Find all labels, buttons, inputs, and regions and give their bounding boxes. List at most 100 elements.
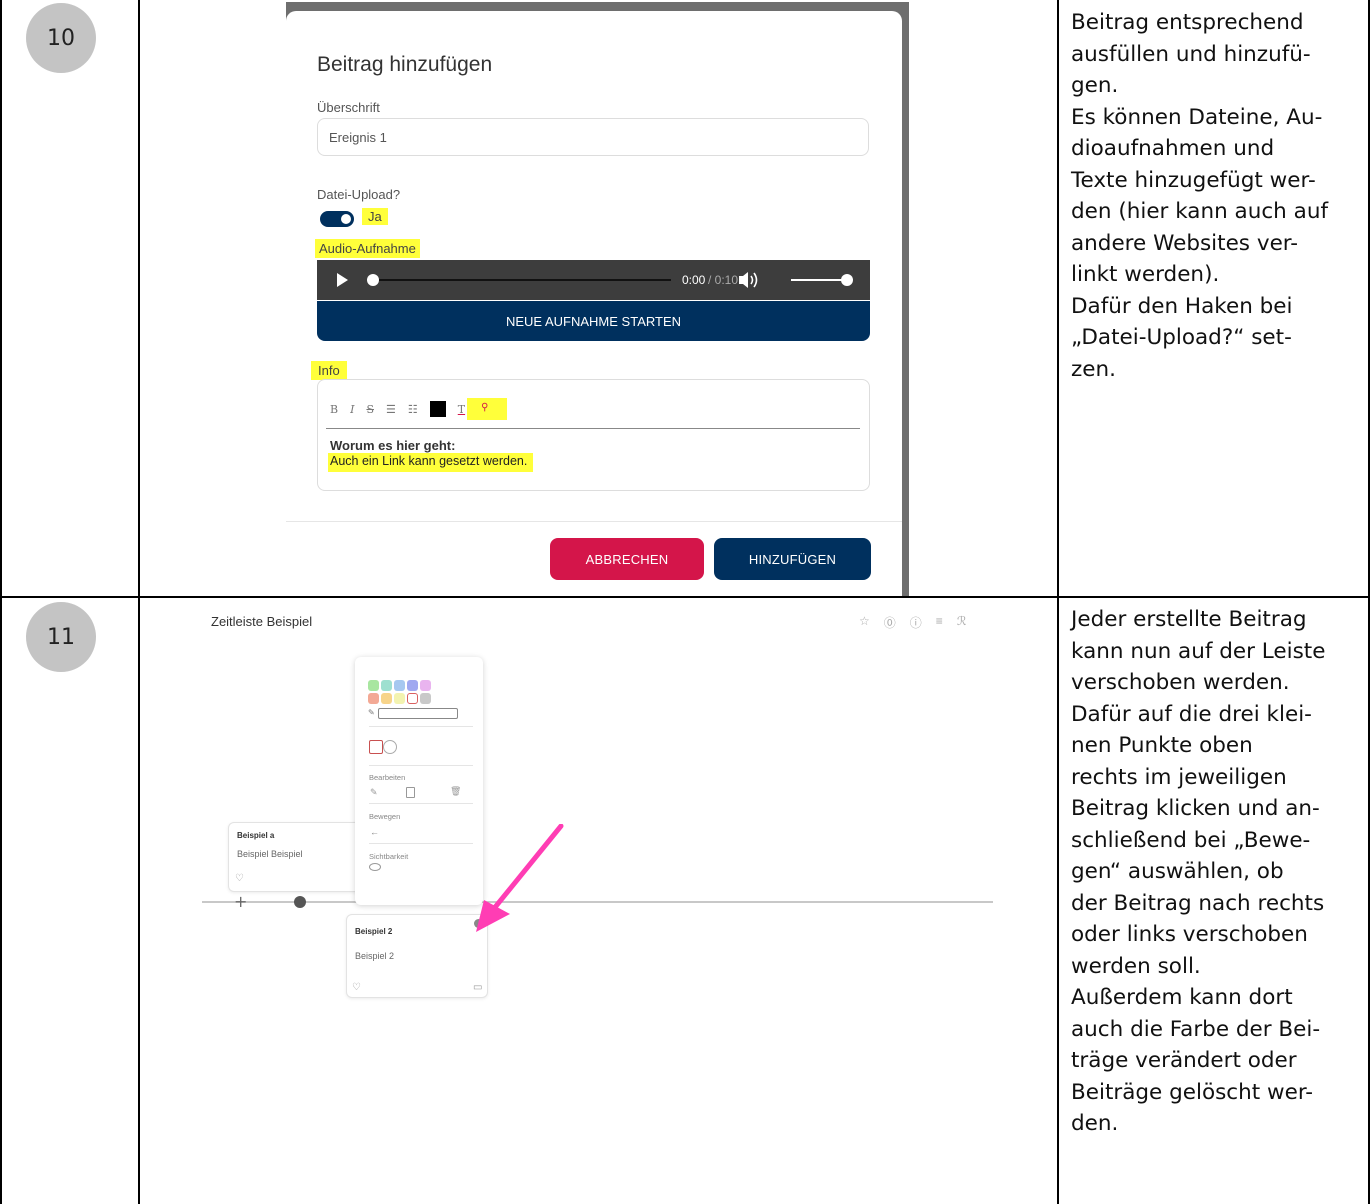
link-icon: ⚲ bbox=[481, 402, 489, 413]
description-line: der Beitrag nach rechts bbox=[1071, 890, 1325, 916]
add-post-screenshot: Beitrag hinzufügen Überschrift Ereignis … bbox=[286, 2, 909, 596]
description-line: träge verändert oder bbox=[1071, 1048, 1297, 1073]
comment-icon[interactable]: ▭ bbox=[473, 982, 482, 993]
description-line: Texte hinzugefügt wer- bbox=[1071, 167, 1316, 193]
color-swatch[interactable] bbox=[407, 693, 418, 704]
toolbar-divider bbox=[326, 428, 860, 429]
description-line: rechts im jeweiligen bbox=[1071, 764, 1287, 790]
heart-icon[interactable]: ♡ bbox=[352, 982, 361, 993]
volume-handle[interactable] bbox=[841, 274, 853, 286]
add-label: HINZUFÜGEN bbox=[748, 551, 837, 567]
audio-current-time: 0:00 bbox=[682, 273, 706, 287]
upload-label: Datei-Upload? bbox=[317, 187, 401, 202]
description-line: gen. bbox=[1071, 73, 1119, 98]
heading-input[interactable]: Ereignis 1 bbox=[317, 118, 869, 156]
description-line: werden soll. bbox=[1071, 953, 1201, 979]
move-section-label: Bewegen bbox=[369, 812, 401, 821]
add-post-dialog: Beitrag hinzufügen Überschrift Ereignis … bbox=[286, 11, 902, 596]
cancel-label: ABBRECHEN bbox=[585, 551, 669, 567]
pencil-icon: ✎ bbox=[368, 708, 375, 717]
shape-square-option[interactable] bbox=[369, 740, 383, 754]
move-left-icon[interactable]: ← bbox=[370, 827, 379, 837]
copy-icon[interactable] bbox=[406, 787, 415, 798]
description-line: auch die Farbe der Bei- bbox=[1071, 1016, 1321, 1042]
eye-icon[interactable] bbox=[369, 863, 381, 871]
card-text: Beispiel Beispiel bbox=[237, 849, 303, 859]
description-line: Dafür den Haken bei bbox=[1071, 293, 1293, 319]
description-line: verschoben werden. bbox=[1071, 670, 1290, 695]
color-swatch[interactable] bbox=[394, 693, 405, 704]
delete-icon[interactable]: 🗑 bbox=[450, 786, 461, 797]
strike-button[interactable]: S bbox=[366, 403, 374, 416]
audio-player: 0:00 / 0:10 bbox=[317, 260, 870, 300]
menu-divider bbox=[369, 726, 473, 727]
menu-divider bbox=[369, 765, 473, 766]
table-border-col2 bbox=[1057, 0, 1059, 1204]
rich-text-editor[interactable]: B I S ☰ ☷ T ⚲ Worum es hier geht: Auch e… bbox=[317, 379, 870, 491]
description-line: oder links verschoben bbox=[1071, 922, 1308, 947]
editor-text: Auch ein Link kann gesetzt werden. bbox=[328, 453, 534, 472]
audio-seek-bar[interactable] bbox=[379, 279, 671, 281]
menu-divider bbox=[369, 843, 473, 844]
description-line: den. bbox=[1071, 1111, 1119, 1136]
card-title: Beispiel a bbox=[237, 831, 275, 840]
description-line: andere Websites ver- bbox=[1071, 230, 1299, 256]
table-border-row-divider bbox=[0, 596, 1370, 598]
heading-input-value: Ereignis 1 bbox=[329, 129, 387, 145]
post-context-menu: ✎ Bearbeiten ✎ 🗑 Bewegen ← Sichtbarkeit bbox=[355, 657, 483, 905]
speaker-icon[interactable] bbox=[739, 272, 748, 288]
edit-icon[interactable]: ✎ bbox=[370, 787, 378, 798]
editor-toolbar: B I S ☰ ☷ T ⚲ bbox=[330, 398, 517, 420]
color-swatch-button[interactable] bbox=[429, 401, 446, 417]
edit-section-label: Bearbeiten bbox=[369, 773, 406, 782]
bullet-list-button[interactable]: ☰ bbox=[386, 403, 396, 416]
add-button[interactable]: HINZUFÜGEN bbox=[714, 538, 871, 580]
numbered-list-button[interactable]: ☷ bbox=[408, 403, 418, 416]
color-swatch[interactable] bbox=[407, 680, 418, 691]
color-hex-input[interactable] bbox=[378, 708, 458, 719]
description-line: Es können Dateine, Au- bbox=[1071, 104, 1323, 130]
description-line: Beiträge gelöscht wer- bbox=[1071, 1079, 1314, 1105]
color-swatch[interactable] bbox=[368, 693, 379, 704]
description-line: schließend bei „Bewe- bbox=[1071, 827, 1311, 853]
post-card-beispiel-a[interactable]: Beispiel a Beispiel Beispiel ♡ bbox=[228, 822, 362, 892]
description-line: ausfüllen und hinzufü- bbox=[1071, 41, 1311, 67]
description-line: Jeder erstellte Beitrag bbox=[1071, 607, 1307, 632]
description-line: gen“ auswählen, ob bbox=[1071, 859, 1284, 884]
color-swatch[interactable] bbox=[381, 693, 392, 704]
dialog-footer-divider bbox=[286, 521, 902, 522]
audio-seek-handle[interactable] bbox=[367, 274, 379, 286]
upload-toggle[interactable] bbox=[320, 211, 354, 227]
upload-toggle-label: Ja bbox=[362, 208, 388, 225]
description-line: Außerdem kann dort bbox=[1071, 985, 1293, 1010]
table-border-col1 bbox=[138, 0, 140, 1204]
description-line: Beitrag entsprechend bbox=[1071, 10, 1304, 35]
description-line: nen Punkte oben bbox=[1071, 733, 1253, 758]
heart-icon[interactable]: ♡ bbox=[235, 873, 244, 884]
italic-button[interactable]: I bbox=[350, 403, 354, 416]
table-border-right bbox=[1368, 0, 1370, 1204]
cancel-button[interactable]: ABBRECHEN bbox=[550, 538, 704, 580]
card-title: Beispiel 2 bbox=[355, 927, 393, 936]
shape-round-option[interactable] bbox=[383, 740, 397, 754]
new-recording-button[interactable]: NEUE AUFNAHME STARTEN bbox=[317, 301, 870, 341]
description-line: zen. bbox=[1071, 356, 1116, 382]
bold-button[interactable]: B bbox=[330, 403, 338, 416]
color-swatch[interactable] bbox=[381, 680, 392, 691]
color-swatch[interactable] bbox=[420, 693, 431, 704]
link-button[interactable]: ⚲ bbox=[467, 398, 508, 420]
post-card-beispiel-2[interactable]: Beispiel 2 Beispiel 2 ♡ ▭ bbox=[346, 914, 488, 998]
color-swatch[interactable] bbox=[368, 680, 379, 691]
text-color-button[interactable]: T bbox=[458, 403, 465, 416]
color-swatch[interactable] bbox=[394, 680, 405, 691]
volume-bar[interactable] bbox=[791, 279, 847, 281]
play-icon[interactable] bbox=[337, 273, 348, 287]
table-border-left bbox=[0, 0, 2, 1204]
menu-divider bbox=[369, 803, 473, 804]
timeline-track: + bbox=[202, 892, 993, 911]
color-swatch[interactable] bbox=[420, 680, 431, 691]
description-line: „Datei-Upload?“ set- bbox=[1071, 325, 1292, 350]
timeline-screenshot: Zeitleiste Beispiel ☆ ⓪ ⓘ ≡ ℛ + Beispiel… bbox=[150, 600, 1050, 1200]
info-label: Info bbox=[311, 361, 347, 380]
dialog-title: Beitrag hinzufügen bbox=[317, 53, 493, 76]
